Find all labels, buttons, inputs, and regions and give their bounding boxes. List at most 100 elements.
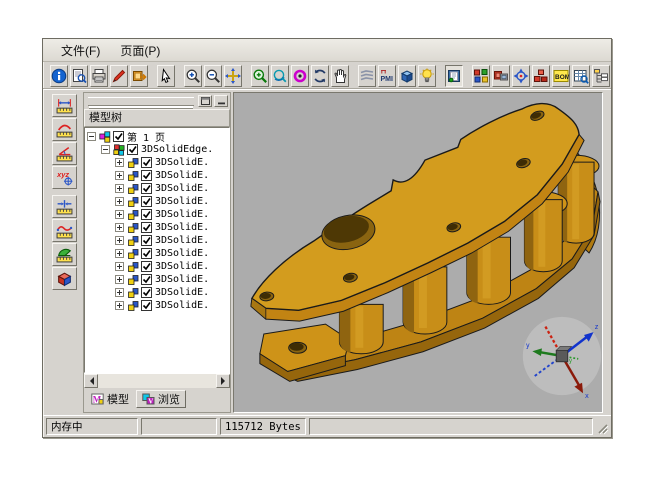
measure-gap-button[interactable] [52, 195, 77, 218]
print-button[interactable] [90, 65, 108, 87]
menu-page[interactable]: 页面(P) [112, 40, 168, 61]
tree-expander-plus[interactable] [115, 236, 124, 245]
panel-hide-button[interactable] [214, 95, 228, 107]
bom-button[interactable]: BOM [552, 65, 570, 87]
select-cursor-icon [158, 68, 174, 84]
visibility-checkbox[interactable] [141, 300, 152, 311]
resize-grip[interactable] [596, 422, 609, 435]
rotate-center-button[interactable] [512, 65, 530, 87]
view-cube-button[interactable] [398, 65, 416, 87]
visibility-checkbox[interactable] [141, 196, 152, 207]
tree-expander-plus[interactable] [115, 184, 124, 193]
measure-arc-button[interactable] [52, 118, 77, 141]
tree-item[interactable]: 3DSolidE. [87, 247, 229, 260]
measure-curve-button[interactable] [52, 219, 77, 242]
orientation-gizmo[interactable]: x y z y [519, 313, 603, 399]
spin-button[interactable] [311, 65, 329, 87]
tree-item[interactable]: 第 1 页 [87, 130, 229, 143]
visibility-checkbox[interactable] [141, 157, 152, 168]
tree-expander-minus[interactable] [101, 145, 110, 154]
scroll-track[interactable] [98, 374, 216, 388]
pan-move-button[interactable] [224, 65, 242, 87]
tree-expander-plus[interactable] [115, 262, 124, 271]
gizmo-negy-label: y [569, 359, 573, 365]
tree-hscrollbar[interactable] [84, 373, 230, 388]
zoom-in-button[interactable] [184, 65, 202, 87]
tree-expander-plus[interactable] [115, 275, 124, 284]
tree-item[interactable]: 3DSolidE. [87, 182, 229, 195]
tree-item[interactable]: 3DSolidE. [87, 234, 229, 247]
toolbar-separator [464, 65, 471, 87]
panel-float-button[interactable] [198, 95, 212, 107]
tab-hole-depth [290, 343, 304, 351]
visibility-checkbox[interactable] [127, 144, 138, 155]
tree-item-label: 3DSolidE. [155, 261, 209, 272]
rotate-3d-button[interactable] [291, 65, 309, 87]
export-button[interactable] [130, 65, 148, 87]
model-tree[interactable]: 第 1 页3DSolidEdge.3DSolidE.3DSolidE.3DSol… [84, 127, 230, 373]
tree-item[interactable]: 3DSolidE. [87, 195, 229, 208]
tab-model[interactable]: M模型 [86, 390, 134, 408]
zoom-window-button[interactable] [251, 65, 269, 87]
assembly-button[interactable] [472, 65, 490, 87]
visibility-checkbox[interactable] [141, 261, 152, 272]
tree-item[interactable]: 3DSolidE. [87, 208, 229, 221]
tree-item[interactable]: 3DSolidE. [87, 169, 229, 182]
notebook-button[interactable] [445, 65, 463, 87]
print-preview-button[interactable] [70, 65, 88, 87]
pmi-button[interactable]: PMI [378, 65, 396, 87]
panel-grip[interactable] [88, 97, 194, 106]
tree-expander-plus[interactable] [115, 158, 124, 167]
light-button[interactable] [418, 65, 436, 87]
tree-expander-plus[interactable] [115, 301, 124, 310]
tree-item[interactable]: 3DSolidE. [87, 156, 229, 169]
tree-item[interactable]: 3DSolidE. [87, 286, 229, 299]
visibility-checkbox[interactable] [141, 248, 152, 259]
visibility-checkbox[interactable] [141, 287, 152, 298]
tree-item-label: 3DSolidE. [155, 196, 209, 207]
tree-item-label: 3DSolidE. [155, 300, 209, 311]
tree-item[interactable]: 3DSolidE. [87, 260, 229, 273]
visibility-checkbox[interactable] [141, 209, 152, 220]
menu-file[interactable]: 文件(F) [53, 40, 108, 61]
measure-volume-button[interactable] [52, 267, 77, 290]
tree-expander-plus[interactable] [115, 249, 124, 258]
measure-width-button[interactable] [52, 94, 77, 117]
section-button[interactable] [358, 65, 376, 87]
tree-expander-plus[interactable] [115, 171, 124, 180]
tree-item[interactable]: 3DSolidE. [87, 221, 229, 234]
panel-header[interactable] [84, 93, 230, 109]
visibility-checkbox[interactable] [141, 274, 152, 285]
orbit-button[interactable] [271, 65, 289, 87]
viewport-3d[interactable]: x y z y [233, 92, 603, 413]
select-button[interactable] [157, 65, 175, 87]
markup-pen-button[interactable] [110, 65, 128, 87]
info-button[interactable] [50, 65, 68, 87]
tree-item[interactable]: 3DSolidEdge. [87, 143, 229, 156]
report-table-button[interactable] [572, 65, 590, 87]
visibility-checkbox[interactable] [113, 131, 124, 142]
tree-expander-minus[interactable] [87, 132, 96, 141]
camera-view-button[interactable] [492, 65, 510, 87]
scroll-left-button[interactable] [84, 374, 98, 388]
structure-tree-button[interactable] [592, 65, 610, 87]
explode-button[interactable] [532, 65, 550, 87]
visibility-checkbox[interactable] [141, 170, 152, 181]
zoom-out-button[interactable] [204, 65, 222, 87]
tree-expander-plus[interactable] [115, 288, 124, 297]
coordinate-xyz-button[interactable]: xyz [52, 166, 77, 189]
tree-expander-plus[interactable] [115, 197, 124, 206]
visibility-checkbox[interactable] [141, 222, 152, 233]
visibility-checkbox[interactable] [141, 235, 152, 246]
tree-expander-plus[interactable] [115, 223, 124, 232]
desktop-canvas: 文件(F)页面(P) PMIBOM xyz 模型树 第 1 页3DSolidEd… [0, 0, 660, 477]
scroll-right-button[interactable] [216, 374, 230, 388]
tree-item[interactable]: 3DSolidE. [87, 299, 229, 312]
visibility-checkbox[interactable] [141, 183, 152, 194]
measure-area-button[interactable] [52, 243, 77, 266]
pan-hand-button[interactable] [331, 65, 349, 87]
tab-browse[interactable]: V浏览 [136, 390, 186, 408]
tree-expander-plus[interactable] [115, 210, 124, 219]
measure-angle-button[interactable] [52, 142, 77, 165]
tree-item[interactable]: 3DSolidE. [87, 273, 229, 286]
